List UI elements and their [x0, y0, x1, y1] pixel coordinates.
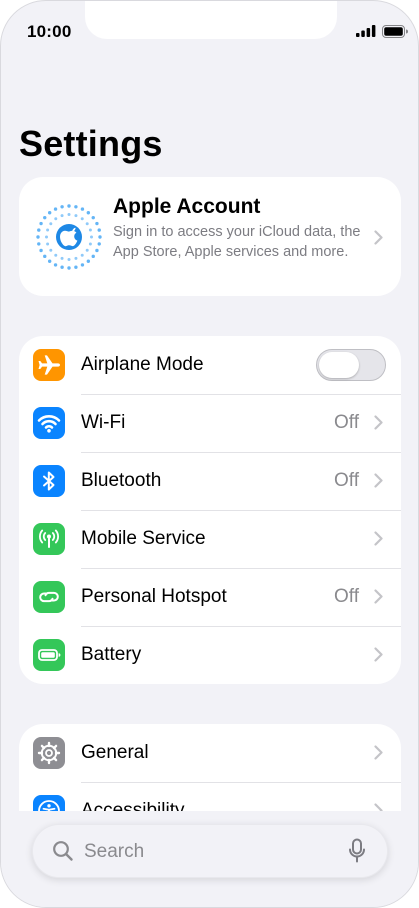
separator: [81, 782, 401, 783]
row-airplane-mode: Airplane Mode: [19, 336, 401, 394]
row-wifi[interactable]: Wi-Fi Off: [19, 394, 401, 452]
separator: [81, 626, 401, 627]
search-icon: [53, 841, 73, 861]
row-label: Battery: [81, 644, 142, 665]
apple-account-title: Apple Account: [113, 195, 261, 218]
separator: [81, 568, 401, 569]
settings-group-connectivity: Airplane Mode Wi-Fi Off Bluetooth Off Mo…: [19, 336, 401, 684]
microphone-icon[interactable]: [348, 838, 366, 864]
apple-account-card[interactable]: Apple Account Sign in to access your iCl…: [19, 177, 401, 296]
chevron-right-icon: [374, 647, 383, 662]
chevron-right-icon: [374, 745, 383, 760]
status-bar: 10:00: [1, 1, 418, 61]
search-input[interactable]: Search: [84, 841, 144, 863]
separator: [81, 510, 401, 511]
antenna-icon: [33, 523, 65, 555]
row-label: Airplane Mode: [81, 354, 204, 375]
bluetooth-icon: [33, 465, 65, 497]
gear-icon: [33, 737, 65, 769]
chevron-right-icon: [374, 589, 383, 604]
search-bar[interactable]: Search: [32, 824, 388, 878]
chevron-right-icon: [374, 473, 383, 488]
row-value: Off: [334, 470, 359, 491]
row-personal-hotspot[interactable]: Personal Hotspot Off: [19, 568, 401, 626]
row-mobile-service[interactable]: Mobile Service: [19, 510, 401, 568]
battery-icon: [382, 25, 408, 38]
row-battery[interactable]: Battery: [19, 626, 401, 684]
status-time: 10:00: [27, 22, 72, 41]
row-value: Off: [334, 586, 359, 607]
airplane-mode-toggle[interactable]: [316, 349, 386, 381]
battery-setting-icon: [33, 639, 65, 671]
apple-account-description: Sign in to access your iCloud data, the …: [113, 224, 361, 260]
row-value: Off: [334, 412, 359, 433]
separator: [81, 394, 401, 395]
toggle-knob: [319, 352, 359, 378]
row-label: Bluetooth: [81, 470, 162, 491]
row-general[interactable]: General: [19, 724, 401, 782]
separator: [81, 452, 401, 453]
row-label: General: [81, 742, 149, 763]
cellular-signal-icon: [356, 25, 376, 37]
row-label: Mobile Service: [81, 528, 206, 549]
hotspot-icon: [33, 581, 65, 613]
phone-screen: 10:00 Settings Apple Account Sign in to …: [0, 0, 419, 908]
chevron-right-icon: [374, 415, 383, 430]
airplane-icon: [33, 349, 65, 381]
chevron-right-icon: [374, 230, 383, 245]
row-label: Wi-Fi: [81, 412, 126, 433]
chevron-right-icon: [374, 531, 383, 546]
page-title: Settings: [19, 123, 163, 164]
apple-account-icon: [36, 204, 102, 270]
wifi-icon: [33, 407, 65, 439]
row-label: Personal Hotspot: [81, 586, 227, 607]
row-bluetooth[interactable]: Bluetooth Off: [19, 452, 401, 510]
